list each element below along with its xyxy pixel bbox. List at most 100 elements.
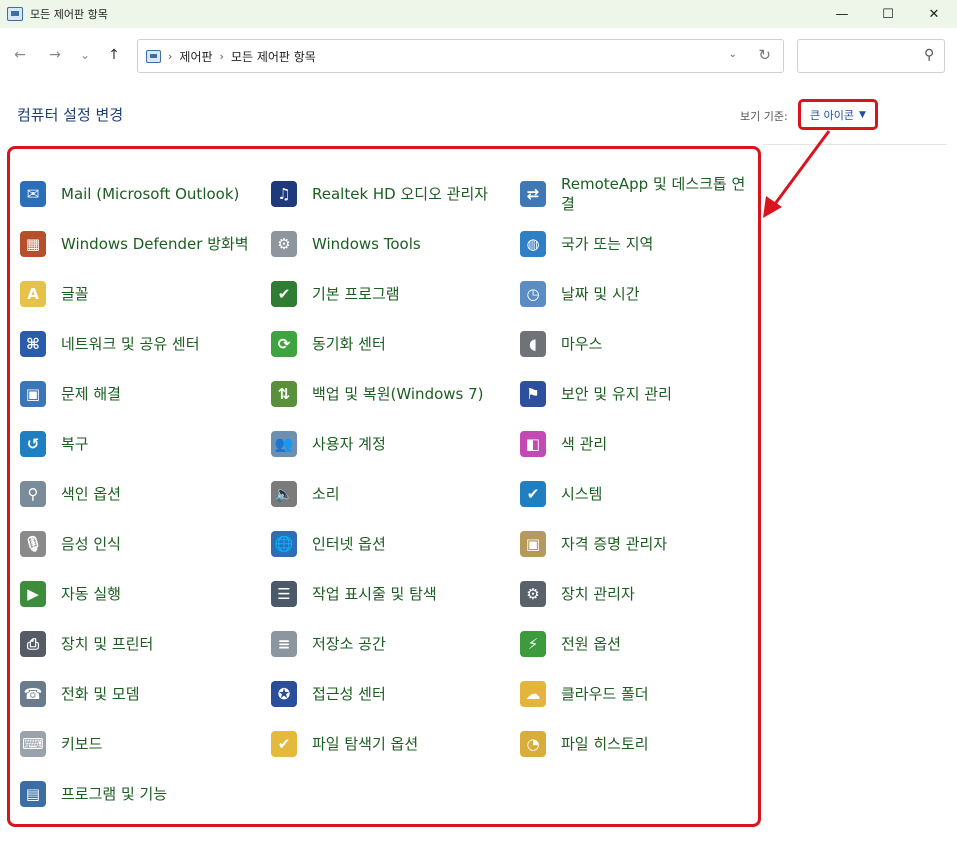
remoteapp-icon: ⇄ — [517, 178, 549, 210]
item-label: Windows Defender 방화벽 — [61, 235, 249, 253]
control-panel-item[interactable]: ✔ 파일 탐색기 옵션 — [268, 722, 508, 766]
item-label: 작업 표시줄 및 탐색 — [312, 585, 437, 603]
navigation-bar: ← → ⌄ ↑ › 제어판 › 모든 제어판 항목 ⌄ ↻ ⚲ — [0, 28, 957, 84]
maximize-button[interactable]: ☐ — [865, 0, 911, 28]
indexing-icon: ⚲ — [17, 478, 49, 510]
phone-icon: ☎ — [17, 678, 49, 710]
control-panel-item[interactable]: ⌨ 키보드 — [17, 722, 257, 766]
item-label: Windows Tools — [312, 235, 421, 253]
firewall-icon: ▦ — [17, 228, 49, 260]
taskbar-icon: ☰ — [268, 578, 300, 610]
printer-icon: ⎙ — [17, 628, 49, 660]
item-label: RemoteApp 및 데스크톱 연결 — [561, 175, 746, 213]
title-bar: 모든 제어판 항목 — ☐ ✕ — [0, 0, 957, 28]
control-panel-item[interactable]: ⟳ 동기화 센터 — [268, 322, 508, 366]
control-panel-item[interactable]: ⚡ 전원 옵션 — [517, 622, 757, 666]
control-panel-item[interactable]: ✔ 시스템 — [517, 472, 757, 516]
battery-icon: ⚡ — [517, 628, 549, 660]
back-button[interactable]: ← — [9, 44, 31, 66]
control-panel-item[interactable]: ☁ 클라우드 폴더 — [517, 672, 757, 716]
item-label: 백업 및 복원(Windows 7) — [312, 385, 484, 403]
programs-icon: ▤ — [17, 778, 49, 810]
close-button[interactable]: ✕ — [911, 0, 957, 28]
control-panel-item[interactable]: ◍ 국가 또는 지역 — [517, 222, 757, 266]
control-panel-item[interactable]: ▣ 문제 해결 — [17, 372, 257, 416]
breadcrumb-control-panel[interactable]: 제어판 — [179, 48, 212, 65]
control-panel-item[interactable]: ▤ 프로그램 및 기능 — [17, 772, 257, 816]
internet-options-icon: 🌐 — [268, 528, 300, 560]
control-panel-item[interactable]: ◖ 마우스 — [517, 322, 757, 366]
troubleshoot-icon: ▣ — [17, 378, 49, 410]
item-label: 기본 프로그램 — [312, 285, 400, 303]
control-panel-item[interactable]: 🎙 음성 인식 — [17, 522, 257, 566]
control-panel-item[interactable]: ⎙ 장치 및 프린터 — [17, 622, 257, 666]
item-label: 날짜 및 시간 — [561, 285, 640, 303]
window-controls: — ☐ ✕ — [819, 0, 957, 28]
mail-icon: ✉ — [17, 178, 49, 210]
control-panel-item[interactable]: ⌘ 네트워크 및 공유 센터 — [17, 322, 257, 366]
control-panel-item[interactable]: ✉ Mail (Microsoft Outlook) — [17, 172, 257, 216]
control-panel-item[interactable]: ↺ 복구 — [17, 422, 257, 466]
control-panel-item[interactable]: ▣ 자격 증명 관리자 — [517, 522, 757, 566]
item-label: 동기화 센터 — [312, 335, 386, 353]
control-panel-item[interactable]: ♫ Realtek HD 오디오 관리자 — [268, 172, 508, 216]
item-label: 파일 히스토리 — [561, 735, 649, 753]
network-icon: ⌘ — [17, 328, 49, 360]
credential-vault-icon: ▣ — [517, 528, 549, 560]
control-panel-item[interactable]: ✔ 기본 프로그램 — [268, 272, 508, 316]
control-panel-item[interactable]: ⚲ 색인 옵션 — [17, 472, 257, 516]
control-panel-item[interactable]: 👥 사용자 계정 — [268, 422, 508, 466]
accessibility-icon: ✪ — [268, 678, 300, 710]
item-label: 시스템 — [561, 485, 603, 503]
up-button[interactable]: ↑ — [103, 44, 125, 66]
control-panel-item[interactable]: ◧ 색 관리 — [517, 422, 757, 466]
minimize-button[interactable]: — — [819, 0, 865, 28]
control-panel-item[interactable]: ▦ Windows Defender 방화벽 — [17, 222, 257, 266]
control-panel-item[interactable]: ✪ 접근성 센터 — [268, 672, 508, 716]
storage-icon: ≡ — [268, 628, 300, 660]
refresh-button[interactable]: ↻ — [758, 46, 771, 64]
address-bar[interactable]: › 제어판 › 모든 제어판 항목 ⌄ ↻ — [137, 39, 784, 73]
control-panel-item[interactable]: ≡ 저장소 공간 — [268, 622, 508, 666]
item-label: 프로그램 및 기능 — [61, 785, 168, 803]
item-label: 저장소 공간 — [312, 635, 386, 653]
item-label: 클라우드 폴더 — [561, 685, 649, 703]
control-panel-item[interactable]: ⚙ 장치 관리자 — [517, 572, 757, 616]
control-panel-item[interactable]: ⇅ 백업 및 복원(Windows 7) — [268, 372, 508, 416]
control-panel-item[interactable]: ☎ 전화 및 모뎀 — [17, 672, 257, 716]
control-panel-item[interactable]: ▶ 자동 실행 — [17, 572, 257, 616]
globe-icon: ◍ — [517, 228, 549, 260]
item-label: 보안 및 유지 관리 — [561, 385, 672, 403]
breadcrumb-all-items[interactable]: 모든 제어판 항목 — [231, 48, 316, 65]
forward-button[interactable]: → — [44, 44, 66, 66]
search-icon[interactable]: ⚲ — [924, 47, 934, 63]
control-panel-item[interactable]: ☰ 작업 표시줄 및 탐색 — [268, 572, 508, 616]
item-label: 인터넷 옵션 — [312, 535, 386, 553]
control-panel-icon — [7, 7, 23, 21]
item-label: 색인 옵션 — [61, 485, 121, 503]
divider — [763, 144, 947, 145]
caret-down-icon: ▼ — [859, 109, 866, 120]
item-label: 복구 — [61, 435, 89, 453]
control-panel-item[interactable]: 🔈 소리 — [268, 472, 508, 516]
item-label: 네트워크 및 공유 센터 — [61, 335, 200, 353]
file-history-icon: ◔ — [517, 728, 549, 760]
address-dropdown-button[interactable]: ⌄ — [729, 49, 737, 60]
search-box[interactable]: ⚲ — [797, 39, 945, 73]
view-by-dropdown[interactable]: 큰 아이콘 ▼ — [798, 99, 878, 130]
item-label: 자격 증명 관리자 — [561, 535, 668, 553]
control-panel-item[interactable]: ⚙ Windows Tools — [268, 222, 508, 266]
breadcrumb-separator: › — [219, 49, 224, 63]
control-panel-item[interactable]: A 글꼴 — [17, 272, 257, 316]
item-label: 전화 및 모뎀 — [61, 685, 140, 703]
control-panel-item[interactable]: ◷ 날짜 및 시간 — [517, 272, 757, 316]
sync-icon: ⟳ — [268, 328, 300, 360]
keyboard-icon: ⌨ — [17, 728, 49, 760]
control-panel-item[interactable]: ◔ 파일 히스토리 — [517, 722, 757, 766]
control-panel-item[interactable]: ⚑ 보안 및 유지 관리 — [517, 372, 757, 416]
speaker-icon: 🔈 — [268, 478, 300, 510]
control-panel-item[interactable]: 🌐 인터넷 옵션 — [268, 522, 508, 566]
control-panel-item[interactable]: ⇄ RemoteApp 및 데스크톱 연결 — [517, 172, 757, 216]
recent-locations-button[interactable]: ⌄ — [74, 44, 96, 66]
device-manager-icon: ⚙ — [517, 578, 549, 610]
